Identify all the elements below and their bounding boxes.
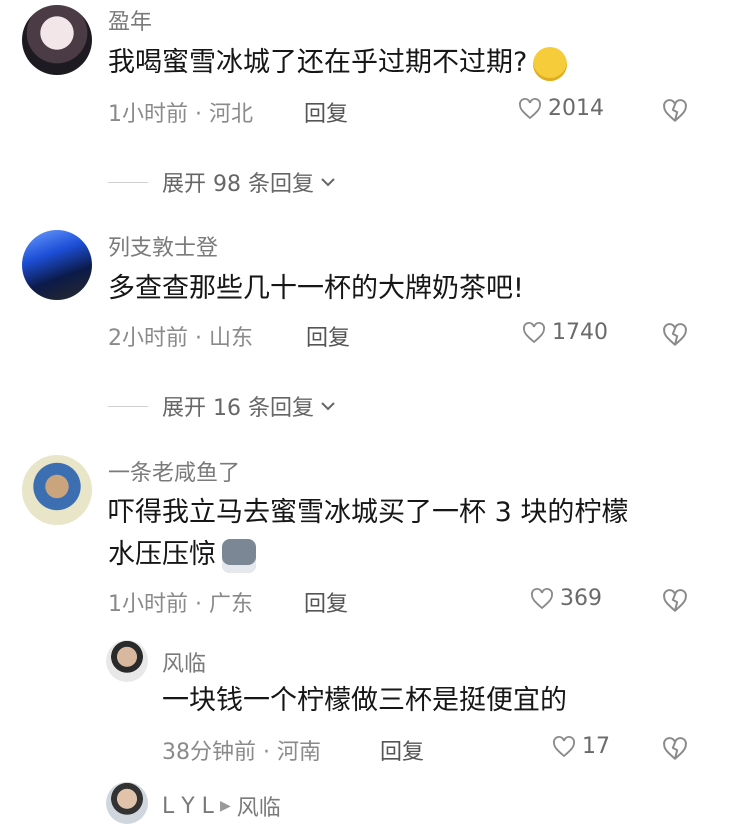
comment-text-content: 我喝蜜雪冰城了还在乎过期不过期?: [108, 47, 528, 78]
like-button[interactable]: 17: [552, 734, 610, 759]
reply-button[interactable]: 回复: [306, 320, 350, 352]
reply-button[interactable]: 回复: [304, 586, 348, 618]
avatar[interactable]: [22, 5, 92, 75]
like-count: 369: [560, 586, 602, 611]
avatar[interactable]: [106, 782, 148, 824]
comment-time-location: 1小时前 · 河北: [108, 102, 253, 127]
comment-text-content: 水压压惊: [108, 539, 216, 570]
husky-emoji-icon: [222, 538, 256, 573]
expand-replies-label: 展开 16 条回复: [162, 396, 314, 421]
heart-icon: [523, 321, 545, 343]
dislike-broken-heart-icon[interactable]: [662, 322, 688, 348]
like-count: 17: [582, 734, 610, 759]
praying-emoji-icon: [533, 46, 568, 81]
like-button[interactable]: 2014: [518, 96, 604, 121]
reply-time-location: 38分钟前 · 河南: [162, 740, 321, 765]
comment-author[interactable]: 列支敦士登: [108, 230, 218, 262]
divider: [108, 181, 148, 183]
reply-button[interactable]: 回复: [304, 96, 348, 128]
like-button[interactable]: 369: [530, 586, 602, 611]
expand-replies-button[interactable]: 展开 98 条回复: [108, 166, 338, 198]
like-count: 2014: [548, 96, 604, 121]
comment-time-location: 2小时前 · 山东: [108, 326, 253, 351]
avatar[interactable]: [106, 640, 148, 682]
divider: [108, 405, 148, 407]
dislike-broken-heart-icon[interactable]: [662, 736, 688, 762]
chevron-down-icon: [321, 402, 335, 411]
avatar[interactable]: [22, 230, 92, 300]
expand-replies-button[interactable]: 展开 16 条回复: [108, 390, 338, 422]
comment-text: 我喝蜜雪冰城了还在乎过期不过期?: [108, 42, 568, 84]
avatar[interactable]: [22, 455, 92, 525]
heart-icon: [531, 587, 553, 609]
like-button[interactable]: 1740: [522, 320, 608, 345]
comment-author[interactable]: 一条老咸鱼了: [108, 455, 240, 487]
reply-arrow-icon: ▶: [219, 798, 231, 814]
like-count: 1740: [552, 320, 608, 345]
reply-button[interactable]: 回复: [380, 734, 424, 766]
reply-to-name: 风临: [236, 796, 281, 821]
chevron-down-icon: [321, 178, 335, 187]
reply-text: 一块钱一个柠檬做三杯是挺便宜的: [162, 685, 567, 716]
comment-author[interactable]: 盈年: [108, 4, 152, 36]
comment-time-location: 1小时前 · 广东: [108, 592, 253, 617]
expand-replies-label: 展开 98 条回复: [162, 172, 314, 197]
heart-icon: [553, 735, 575, 757]
dislike-broken-heart-icon[interactable]: [662, 98, 688, 124]
comment-text: 多查查那些几十一杯的大牌奶茶吧!: [108, 273, 524, 304]
reply-author-line[interactable]: L Y L ▶ 风临: [162, 790, 281, 822]
reply-author[interactable]: 风临: [162, 646, 206, 678]
dislike-broken-heart-icon[interactable]: [662, 588, 688, 614]
reply-author: L Y L: [162, 793, 214, 819]
comment-text-line: 水压压惊: [108, 534, 256, 576]
comment-text-line: 吓得我立马去蜜雪冰城买了一杯 3 块的柠檬: [108, 497, 629, 528]
heart-icon: [519, 97, 541, 119]
